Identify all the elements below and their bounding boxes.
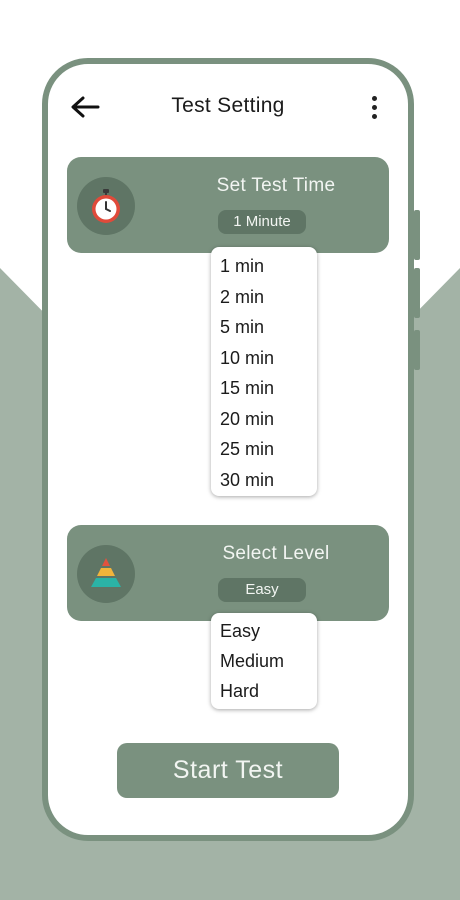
time-option[interactable]: 10 min <box>211 343 317 374</box>
app-header: Test Setting <box>48 64 408 154</box>
phone-side-button-bottom <box>414 330 420 370</box>
start-test-button[interactable]: Start Test <box>117 743 339 798</box>
level-option[interactable]: Easy <box>211 616 317 646</box>
test-time-dropdown: 1 min 2 min 5 min 10 min 15 min 20 min 2… <box>211 247 317 496</box>
test-time-select[interactable]: 1 Minute <box>218 210 306 234</box>
more-options-button[interactable] <box>364 90 384 124</box>
level-option[interactable]: Hard <box>211 676 317 706</box>
time-option[interactable]: 15 min <box>211 373 317 404</box>
time-option[interactable]: 30 min <box>211 465 317 496</box>
pyramid-icon <box>91 558 121 587</box>
time-option[interactable]: 20 min <box>211 404 317 435</box>
level-dropdown: Easy Medium Hard <box>211 613 317 709</box>
phone-side-button-mid <box>414 268 420 318</box>
stopwatch-icon-circle <box>77 177 135 235</box>
time-option[interactable]: 2 min <box>211 282 317 313</box>
test-time-card: Set Test Time 1 Minute <box>67 157 389 253</box>
page-title: Test Setting <box>171 94 285 117</box>
phone-frame: Test Setting Set Test Time 1 Minute 1 mi… <box>42 58 414 841</box>
test-time-label: Set Test Time <box>216 175 336 196</box>
pyramid-icon-circle <box>77 545 135 603</box>
level-select[interactable]: Easy <box>218 578 306 602</box>
stopwatch-icon <box>92 189 120 223</box>
time-option[interactable]: 25 min <box>211 434 317 465</box>
level-card: Select Level Easy <box>67 525 389 621</box>
time-option[interactable]: 5 min <box>211 312 317 343</box>
level-label: Select Level <box>222 543 330 564</box>
phone-side-button-top <box>414 210 420 260</box>
level-option[interactable]: Medium <box>211 646 317 676</box>
more-vertical-icon <box>371 95 377 101</box>
time-option[interactable]: 1 min <box>211 251 317 282</box>
